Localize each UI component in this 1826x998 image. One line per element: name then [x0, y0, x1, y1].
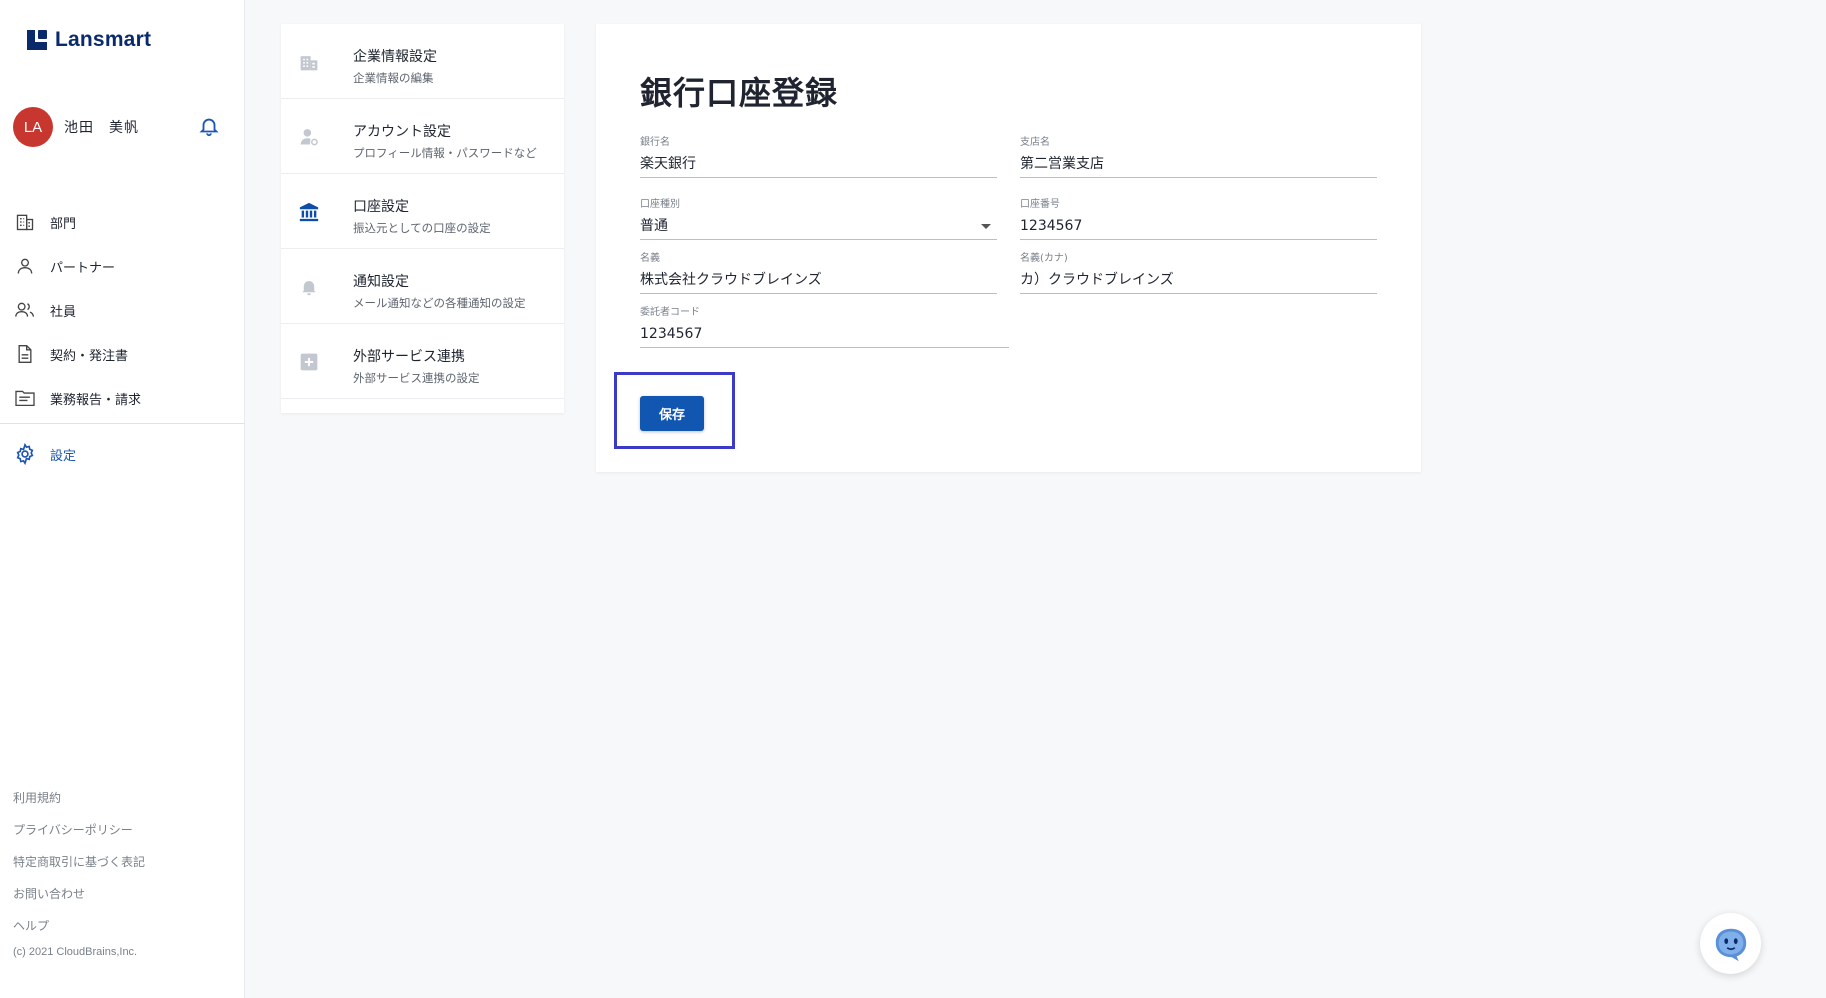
- nav-item-settings[interactable]: 設定: [0, 432, 245, 476]
- notification-bell-icon[interactable]: [198, 115, 220, 137]
- nav-item-partners[interactable]: パートナー: [0, 244, 245, 288]
- document-icon: [14, 343, 36, 365]
- account-type-select[interactable]: 普通: [640, 212, 997, 240]
- field-label: 名義(カナ): [1020, 253, 1068, 264]
- nav-label: パートナー: [50, 260, 116, 276]
- holder-name-input[interactable]: 株式会社クラウドブレインズ: [640, 266, 997, 294]
- building-icon: [14, 211, 36, 233]
- user-name: 池田 美帆: [64, 120, 139, 136]
- bell-icon: [297, 275, 321, 299]
- holder-kana-input[interactable]: カ）クラウドブレインズ: [1020, 266, 1377, 294]
- chat-support-button[interactable]: [1700, 913, 1761, 974]
- avatar[interactable]: LA: [13, 107, 53, 147]
- nav-divider: [0, 423, 245, 424]
- dropdown-arrow-icon: [981, 224, 991, 229]
- nav-label: 社員: [50, 304, 77, 320]
- menu-subtitle: 振込元としての口座の設定: [353, 221, 491, 235]
- page-title: 銀行口座登録: [640, 74, 839, 112]
- brand-name: Lansmart: [55, 28, 152, 51]
- field-label: 名義: [640, 253, 660, 264]
- account-settings-icon: [297, 125, 321, 149]
- help-link[interactable]: ヘルプ: [13, 909, 145, 941]
- nav-item-contracts[interactable]: 契約・発注書: [0, 332, 245, 376]
- contact-link[interactable]: お問い合わせ: [13, 877, 145, 909]
- account-type-field[interactable]: 口座種別 普通: [640, 198, 997, 240]
- nav-item-employees[interactable]: 社員: [0, 288, 245, 332]
- menu-item-account-settings[interactable]: アカウント設定 プロフィール情報・パスワードなど: [281, 99, 564, 174]
- menu-title: 外部サービス連携: [353, 349, 465, 365]
- logo[interactable]: Lansmart: [25, 28, 151, 52]
- account-number-input[interactable]: 1234567: [1020, 212, 1377, 240]
- privacy-policy-link[interactable]: プライバシーポリシー: [13, 813, 145, 845]
- nav-label: 業務報告・請求: [50, 392, 142, 408]
- bank-account-form: 銀行口座登録 銀行名 楽天銀行 支店名 第二営業支店 口座種別 普通 口座番号 …: [596, 24, 1421, 472]
- nav-item-departments[interactable]: 部門: [0, 200, 245, 244]
- commercial-transactions-link[interactable]: 特定商取引に基づく表記: [13, 845, 145, 877]
- field-label: 支店名: [1020, 137, 1050, 148]
- field-label: 口座番号: [1020, 199, 1060, 210]
- consignor-code-field[interactable]: 委託者コード 1234567: [640, 306, 1009, 348]
- terms-link[interactable]: 利用規約: [13, 781, 145, 813]
- save-button[interactable]: 保存: [640, 396, 704, 431]
- menu-title: 通知設定: [353, 274, 409, 290]
- menu-subtitle: プロフィール情報・パスワードなど: [353, 146, 537, 160]
- nav-label: 契約・発注書: [50, 348, 129, 364]
- lansmart-logo-icon: [27, 30, 47, 50]
- holder-kana-field[interactable]: 名義(カナ) カ）クラウドブレインズ: [1020, 252, 1377, 294]
- copyright: (c) 2021 CloudBrains,Inc.: [13, 946, 138, 958]
- menu-subtitle: メール通知などの各種通知の設定: [353, 296, 526, 310]
- settings-menu: 企業情報設定 企業情報の編集 アカウント設定 プロフィール情報・パスワードなど …: [281, 24, 564, 413]
- building-icon: [297, 50, 321, 74]
- consignor-code-input[interactable]: 1234567: [640, 320, 1009, 348]
- report-icon: [14, 387, 36, 409]
- branch-name-input[interactable]: 第二営業支店: [1020, 150, 1377, 178]
- menu-title: アカウント設定: [353, 124, 451, 140]
- nav-label: 設定: [50, 448, 77, 464]
- holder-name-field[interactable]: 名義 株式会社クラウドブレインズ: [640, 252, 997, 294]
- nav-settings-group: 設定: [0, 432, 245, 476]
- menu-subtitle: 企業情報の編集: [353, 71, 434, 85]
- bank-name-input[interactable]: 楽天銀行: [640, 150, 997, 178]
- sidebar: Lansmart LA 池田 美帆 部門 パートナー 社員 契約・発注書 業務報…: [0, 0, 245, 998]
- nav-label: 部門: [50, 216, 77, 232]
- menu-title: 口座設定: [353, 199, 409, 215]
- footer-links: 利用規約 プライバシーポリシー 特定商取引に基づく表記 お問い合わせ ヘルプ: [13, 781, 145, 941]
- menu-item-company-settings[interactable]: 企業情報設定 企業情報の編集: [281, 24, 564, 99]
- bank-icon: [297, 200, 321, 224]
- user-profile[interactable]: LA 池田 美帆: [13, 107, 139, 147]
- plus-box-icon: [297, 350, 321, 374]
- menu-item-bank-settings[interactable]: 口座設定 振込元としての口座の設定: [281, 174, 564, 249]
- menu-item-external-services[interactable]: 外部サービス連携 外部サービス連携の設定: [281, 324, 564, 399]
- people-icon: [14, 299, 36, 321]
- field-label: 口座種別: [640, 199, 680, 210]
- field-label: 銀行名: [640, 137, 670, 148]
- person-icon: [14, 255, 36, 277]
- gear-icon: [14, 443, 36, 465]
- nav-item-reports[interactable]: 業務報告・請求: [0, 376, 245, 420]
- chat-bot-icon: [1715, 928, 1746, 961]
- bank-name-field[interactable]: 銀行名 楽天銀行: [640, 136, 997, 178]
- account-number-field[interactable]: 口座番号 1234567: [1020, 198, 1377, 240]
- main-nav: 部門 パートナー 社員 契約・発注書 業務報告・請求: [0, 200, 245, 420]
- branch-name-field[interactable]: 支店名 第二営業支店: [1020, 136, 1377, 178]
- menu-subtitle: 外部サービス連携の設定: [353, 371, 480, 385]
- menu-title: 企業情報設定: [353, 49, 437, 65]
- menu-item-notification-settings[interactable]: 通知設定 メール通知などの各種通知の設定: [281, 249, 564, 324]
- account-type-value: 普通: [640, 218, 668, 234]
- field-label: 委託者コード: [640, 307, 700, 318]
